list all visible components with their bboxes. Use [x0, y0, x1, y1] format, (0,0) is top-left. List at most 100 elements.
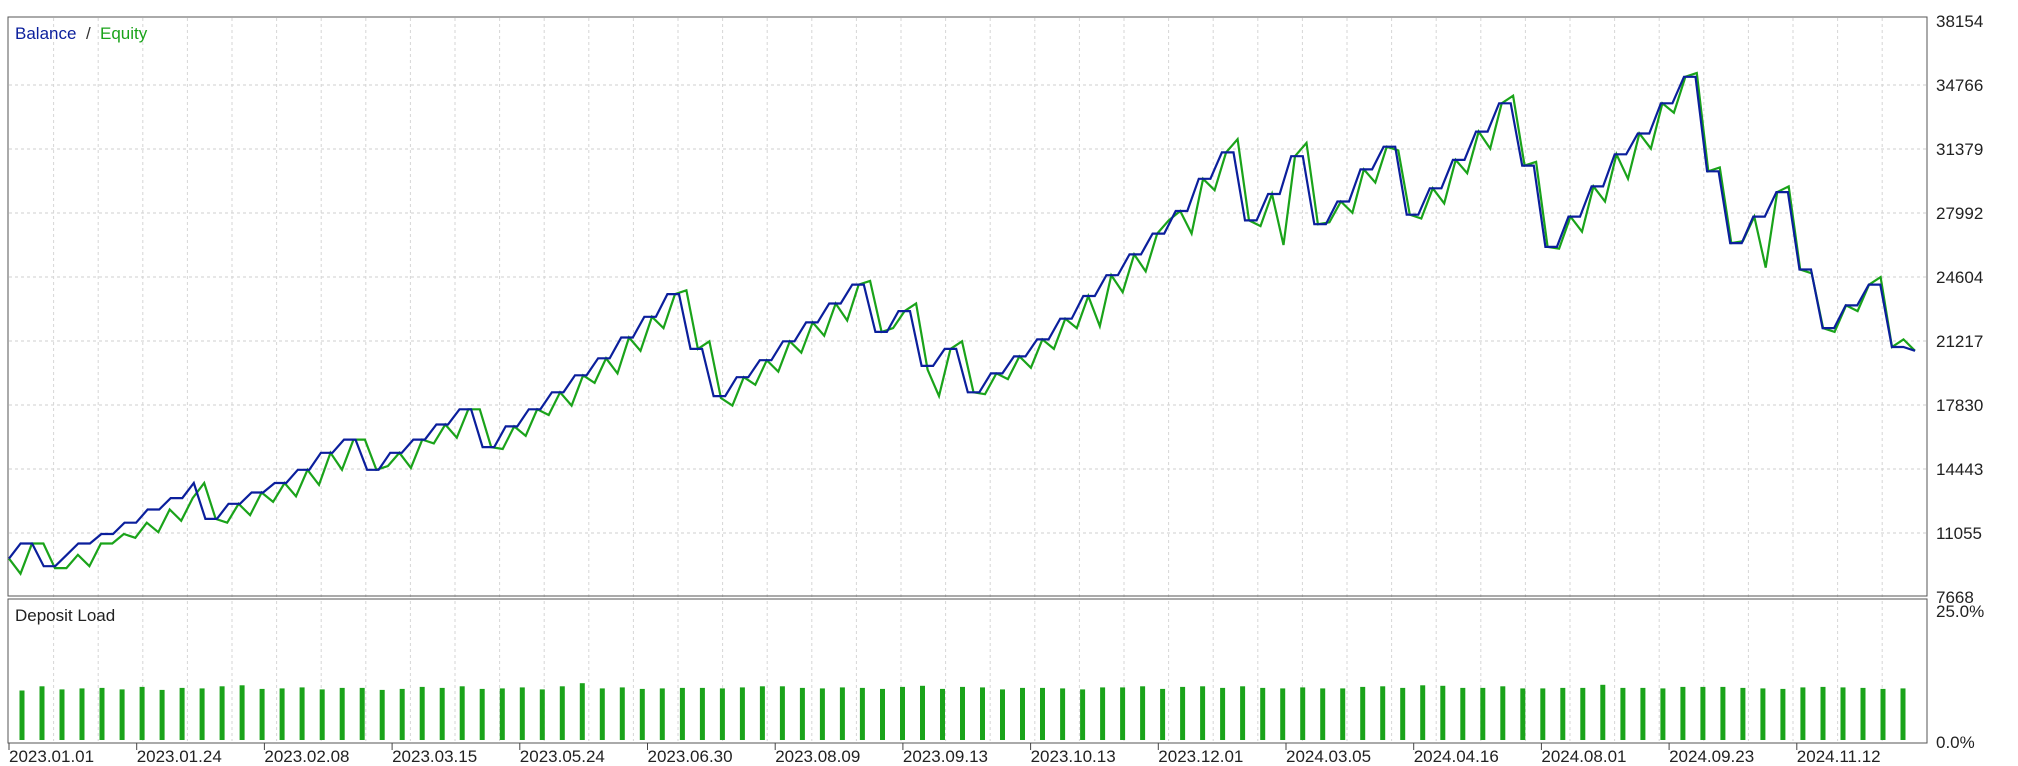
deposit-load-bar [1300, 687, 1306, 740]
deposit-load-bar [199, 688, 205, 740]
deposit-load-bar [639, 688, 645, 740]
deposit-load-bar [1700, 686, 1706, 740]
deposit-load-bar [1460, 687, 1466, 740]
deposit-load-bar [1420, 685, 1426, 740]
deposit-load-bar [79, 688, 85, 740]
deposit-load-bar [499, 688, 505, 740]
deposit-load-bar [239, 685, 245, 740]
y-tick-label: 38154 [1936, 12, 1983, 31]
x-tick-label: 2024.11.12 [1797, 747, 1881, 766]
deposit-load-bar [739, 687, 745, 740]
deposit-load-bar [419, 686, 425, 740]
deposit-load-bar [99, 687, 105, 740]
deposit-load-bar [1280, 688, 1286, 740]
y-tick-label: 31379 [1936, 140, 1983, 159]
deposit-load-bar [1220, 687, 1226, 740]
deposit-load-bar [1640, 687, 1646, 740]
deposit-load-bar [159, 689, 165, 740]
deposit-load-bar [1040, 687, 1045, 740]
deposit-load-bar [479, 688, 485, 740]
x-tick-label: 2024.08.01 [1541, 747, 1626, 766]
deposit-load-bar [900, 686, 905, 740]
x-tick-label: 2023.12.01 [1158, 747, 1243, 766]
deposit-load-bar [1580, 687, 1586, 740]
deposit-load-bar [619, 687, 625, 740]
deposit-load-bar [379, 689, 385, 740]
deposit-load-bar [1200, 686, 1206, 740]
deposit-load-bars [19, 683, 1906, 740]
x-tick-label: 2023.06.30 [648, 747, 733, 766]
deposit-load-bar [1820, 686, 1826, 740]
x-tick-label: 2024.03.05 [1286, 747, 1371, 766]
deposit-load-bar [1440, 685, 1446, 740]
deposit-load-bar [1520, 688, 1526, 740]
deposit-load-bar [839, 687, 845, 740]
deposit-load-bar [19, 690, 25, 740]
deposit-load-bar [1140, 686, 1146, 740]
deposit-load-bar [1800, 687, 1806, 740]
chart-background [0, 0, 2018, 766]
deposit-load-title: Deposit Load [15, 606, 115, 625]
deposit-load-bar [1080, 689, 1086, 740]
deposit-load-bar [1860, 687, 1866, 740]
deposit-load-bar [439, 687, 445, 740]
x-tick-label: 2023.09.13 [903, 747, 988, 766]
deposit-load-bar [880, 688, 885, 740]
deposit-load-bar [1500, 686, 1506, 740]
deposit-load-bar [859, 687, 865, 740]
deposit-load-bar [719, 688, 725, 740]
deposit-load-bar [1120, 687, 1126, 740]
deposit-load-bar [1900, 688, 1906, 740]
y-tick-label: 34766 [1936, 76, 1983, 95]
deposit-load-bar [179, 687, 185, 740]
legend-equity: Equity [100, 24, 148, 43]
deposit-load-bar [599, 688, 605, 740]
deposit-load-bar [359, 687, 365, 740]
deposit-load-bar [699, 687, 705, 740]
deposit-load-bar [799, 687, 805, 740]
deposit-load-bar [1000, 689, 1005, 740]
deposit-load-bar [1600, 684, 1606, 740]
legend-separator: / [86, 24, 91, 43]
deposit-load-bar [459, 686, 465, 740]
deposit-load-bar [1780, 688, 1786, 740]
y-tick-label: 14443 [1936, 460, 1983, 479]
deposit-load-bar [659, 688, 665, 740]
deposit-load-bar [1180, 686, 1186, 740]
deposit-load-bar [139, 686, 145, 740]
deposit-load-bar [1160, 688, 1166, 740]
deposit-load-bar [940, 688, 945, 740]
deposit-load-bar [519, 687, 525, 740]
deposit-load-bar [1020, 687, 1025, 740]
deposit-load-bar [579, 683, 585, 740]
deposit-load-bar [119, 689, 125, 740]
deposit-load-bar [920, 685, 925, 740]
deposit-load-bar [299, 687, 305, 740]
deposit-load-bar [980, 687, 985, 740]
deposit-load-bar [539, 689, 545, 740]
deposit-load-bar [559, 686, 565, 740]
y-tick-label: 21217 [1936, 332, 1983, 351]
deposit-load-bar [1320, 688, 1326, 740]
x-tick-label: 2024.09.23 [1669, 747, 1754, 766]
y-tick-label: 27992 [1936, 204, 1983, 223]
x-tick-label: 2023.03.15 [392, 747, 477, 766]
deposit-load-bar [1540, 688, 1546, 740]
deposit-load-bar [219, 686, 225, 740]
deposit-load-bar [319, 689, 325, 740]
x-tick-label: 2023.02.08 [264, 747, 349, 766]
deposit-load-bar [259, 688, 265, 740]
deposit-load-bar [1060, 688, 1066, 740]
deposit-load-bar [1400, 687, 1406, 740]
deposit-load-bar [59, 689, 65, 740]
deposit-load-bar [1840, 687, 1846, 740]
deposit-load-bar [1100, 687, 1106, 740]
deposit-load-ytick-top: 25.0% [1936, 602, 1984, 621]
deposit-load-bar [279, 688, 285, 740]
x-tick-label: 2023.01.24 [137, 747, 222, 766]
deposit-load-bar [759, 686, 765, 740]
deposit-load-bar [1560, 687, 1566, 740]
y-tick-label: 24604 [1936, 268, 1983, 287]
deposit-load-bar [399, 688, 405, 740]
deposit-load-ytick-bottom: 0.0% [1936, 733, 1975, 752]
